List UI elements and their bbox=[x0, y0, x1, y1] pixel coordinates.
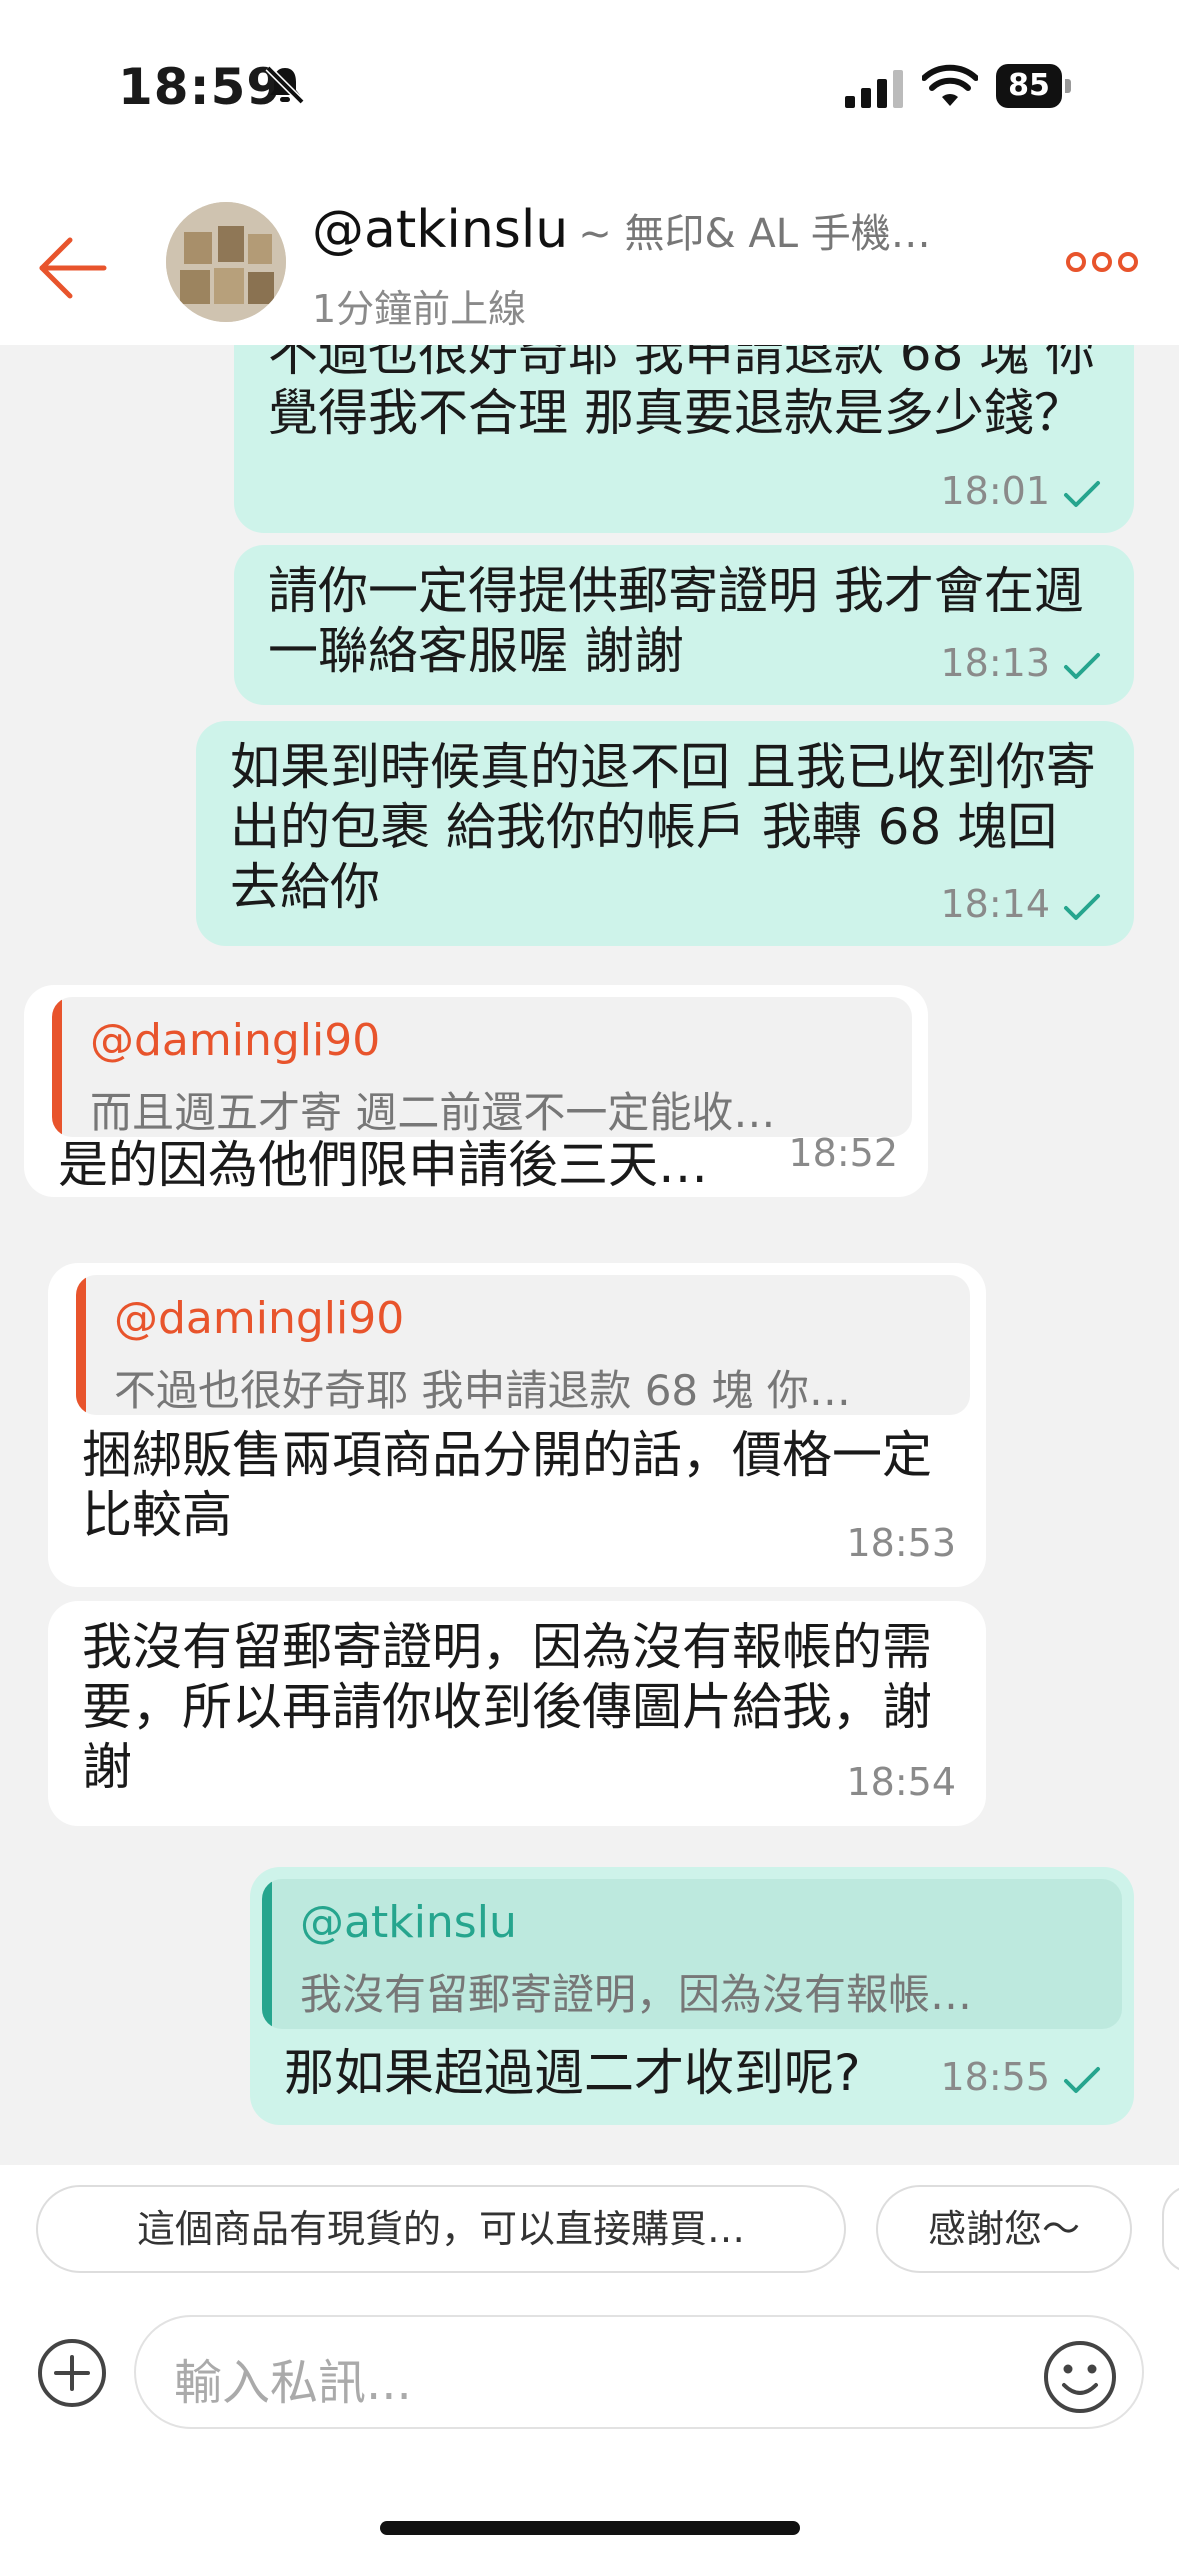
home-indicator bbox=[380, 2521, 800, 2535]
message-list[interactable]: 不過也很好奇耶 我申請退款 68 塊 你覺得我不合理 那真要退款是多少錢？ 18… bbox=[0, 345, 1179, 2165]
quoted-text: 而且週五才寄 週二前還不一定能收… bbox=[90, 1088, 776, 1137]
message-time: 18:14 bbox=[940, 882, 1050, 926]
message-time: 18:01 bbox=[940, 469, 1050, 513]
more-options-icon[interactable] bbox=[1066, 250, 1138, 274]
message-text: 那如果超過週二才收到呢? bbox=[284, 2044, 861, 2102]
quoted-message[interactable]: @atkinslu 我沒有留郵寄證明，因為沒有報帳… bbox=[262, 1879, 1122, 2029]
message-time: 18:55 bbox=[940, 2055, 1050, 2099]
message-time: 18:13 bbox=[940, 641, 1050, 685]
battery-level: 85 bbox=[996, 64, 1062, 108]
quick-reply-bar: 這個商品有現貨的，可以直接購買… 感謝您～ bbox=[0, 2165, 1179, 2285]
message-text: 不過也很好奇耶 我申請退款 68 塊 你覺得我不合理 那真要退款是多少錢？ bbox=[268, 345, 1096, 442]
message-meta: 18:01 bbox=[940, 461, 1102, 521]
quick-reply-chip[interactable]: 這個商品有現貨的，可以直接購買… bbox=[36, 2185, 846, 2273]
message-text: 是的因為他們限申請後三天… bbox=[58, 1136, 708, 1194]
read-check-icon bbox=[1064, 480, 1100, 507]
battery-indicator: 85 bbox=[996, 64, 1072, 108]
read-check-icon bbox=[1064, 2066, 1100, 2093]
message-input-placeholder: 輸入私訊... bbox=[174, 2355, 412, 2411]
chat-title[interactable]: @atkinslu ~ 無印& AL 手機… bbox=[312, 200, 992, 260]
quoted-sender: @damingli90 bbox=[90, 1015, 381, 1066]
quick-reply-chip-partial[interactable] bbox=[1162, 2185, 1179, 2273]
status-bar: 18:59 85 bbox=[0, 0, 1179, 180]
message-bubble-outgoing[interactable]: @atkinslu 我沒有留郵寄證明，因為沒有報帳… 那如果超過週二才收到呢? … bbox=[250, 1867, 1134, 2125]
quick-reply-chip[interactable]: 感謝您～ bbox=[876, 2185, 1132, 2273]
chat-username: @atkinslu bbox=[312, 200, 569, 260]
quoted-text: 我沒有留郵寄證明，因為沒有報帳… bbox=[300, 1970, 973, 2019]
wifi-icon bbox=[922, 64, 978, 106]
quoted-sender: @atkinslu bbox=[300, 1897, 517, 1948]
quoted-text: 不過也很好奇耶 我申請退款 68 塊 你… bbox=[114, 1366, 851, 1415]
cellular-signal-icon bbox=[845, 70, 903, 108]
back-arrow-icon[interactable] bbox=[34, 228, 114, 308]
message-bubble-incoming[interactable]: @damingli90 而且週五才寄 週二前還不一定能收… 是的因為他們限申請後… bbox=[24, 985, 928, 1197]
message-text: 捆綁販售兩項商品分開的話，價格一定比較高 bbox=[82, 1426, 932, 1544]
chat-shop-name: ~ 無印& AL 手機… bbox=[578, 211, 931, 257]
quoted-message[interactable]: @damingli90 不過也很好奇耶 我申請退款 68 塊 你… bbox=[76, 1275, 970, 1415]
message-bubble-outgoing[interactable]: 不過也很好奇耶 我申請退款 68 塊 你覺得我不合理 那真要退款是多少錢？ 18… bbox=[234, 345, 1134, 533]
message-text: 我沒有留郵寄證明，因為沒有報帳的需要，所以再請你收到後傳圖片給我，謝謝 bbox=[82, 1618, 932, 1796]
message-time: 18:54 bbox=[846, 1760, 956, 1804]
message-bubble-incoming[interactable]: @damingli90 不過也很好奇耶 我申請退款 68 塊 你… 捆綁販售兩項… bbox=[48, 1263, 986, 1587]
composer-bar: 輸入私訊... bbox=[0, 2285, 1179, 2556]
quoted-sender: @damingli90 bbox=[114, 1293, 405, 1344]
status-time: 18:59 bbox=[118, 58, 283, 116]
read-check-icon bbox=[1064, 652, 1100, 679]
avatar[interactable] bbox=[166, 202, 286, 322]
presence-status: 1分鐘前上線 bbox=[312, 287, 527, 331]
message-bubble-outgoing[interactable]: 請你一定得提供郵寄證明 我才會在週一聯絡客服喔 謝謝 18:13 bbox=[234, 545, 1134, 705]
emoji-icon[interactable] bbox=[1042, 2339, 1118, 2415]
message-meta: 18:13 bbox=[940, 633, 1102, 693]
message-meta: 18:14 bbox=[940, 874, 1102, 934]
bell-slash-icon bbox=[265, 65, 305, 105]
message-time: 18:52 bbox=[788, 1131, 898, 1175]
message-meta: 18:55 bbox=[940, 2047, 1102, 2107]
chat-header: @atkinslu ~ 無印& AL 手機… 1分鐘前上線 bbox=[0, 180, 1179, 345]
add-attachment-icon[interactable] bbox=[36, 2337, 108, 2409]
message-time: 18:53 bbox=[846, 1521, 956, 1565]
message-bubble-incoming[interactable]: 我沒有留郵寄證明，因為沒有報帳的需要，所以再請你收到後傳圖片給我，謝謝 18:5… bbox=[48, 1601, 986, 1826]
message-bubble-outgoing[interactable]: 如果到時候真的退不回 且我已收到你寄出的包裹 給我你的帳戶 我轉 68 塊回去給… bbox=[196, 721, 1134, 946]
quoted-message[interactable]: @damingli90 而且週五才寄 週二前還不一定能收… bbox=[52, 997, 912, 1137]
message-input[interactable]: 輸入私訊... bbox=[134, 2315, 1144, 2429]
read-check-icon bbox=[1064, 893, 1100, 920]
